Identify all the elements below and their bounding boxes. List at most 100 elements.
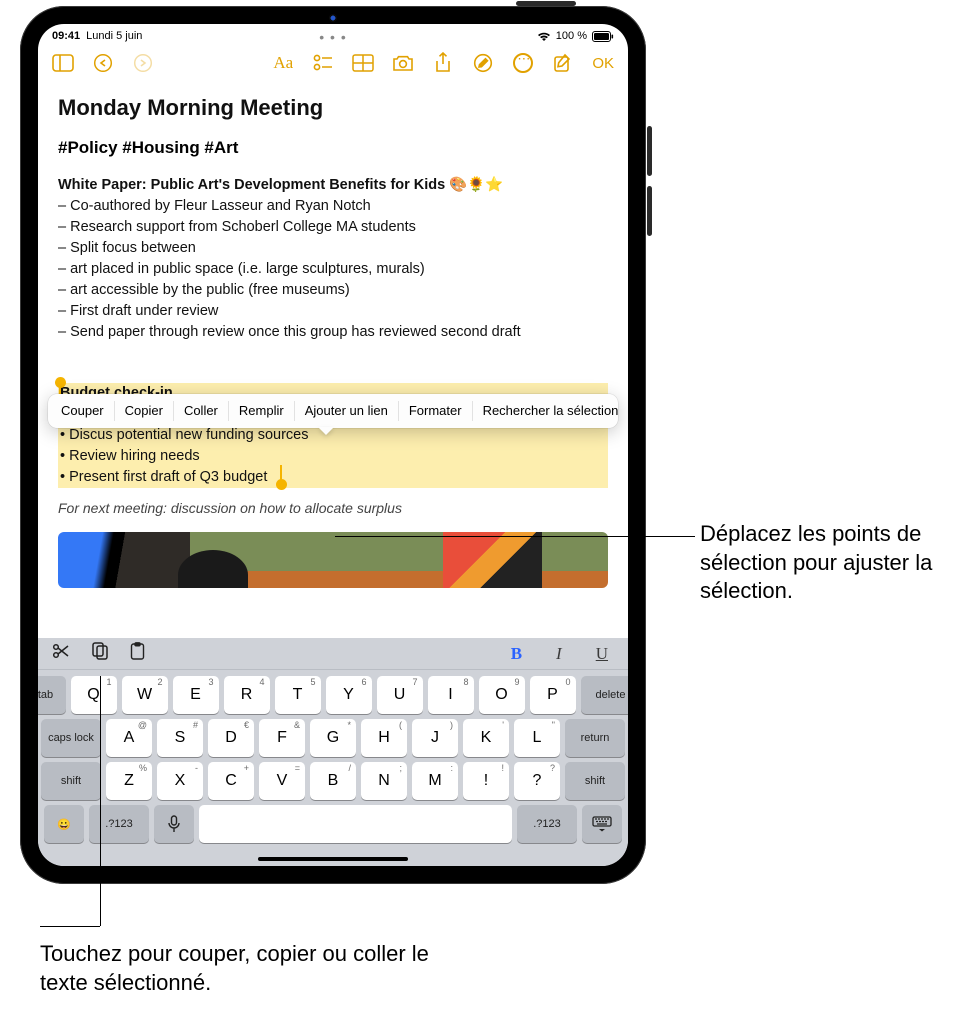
onscreen-keyboard: B I U tabQ1W2E3R4T5Y6U7I8O9P0delete caps… [38,638,628,866]
key-s[interactable]: S# [157,719,203,757]
battery-full-icon [592,31,614,42]
key-o[interactable]: O9 [479,676,525,714]
underline-button[interactable]: U [590,644,614,664]
more-icon[interactable] [512,52,534,74]
markup-icon[interactable] [472,52,494,74]
callout-bottom: Touchez pour couper, copier ou coller le… [40,940,460,997]
key-shift[interactable]: shift [565,762,625,800]
done-button[interactable]: OK [592,55,614,72]
key-n[interactable]: N; [361,762,407,800]
menu-search[interactable]: Rechercher la sélection [473,401,628,421]
key-[interactable]: 😀 [44,805,84,843]
key-[interactable]: !! [463,762,509,800]
note-footer-line: For next meeting: discussion on how to a… [58,498,608,518]
clipboard-icon[interactable] [130,642,145,665]
key-k[interactable]: K' [463,719,509,757]
key-m[interactable]: M: [412,762,458,800]
key-i[interactable]: I8 [428,676,474,714]
text-format-button[interactable]: Aa [272,52,294,74]
share-icon[interactable] [432,52,454,74]
key-t[interactable]: T5 [275,676,321,714]
key-a[interactable]: A@ [106,719,152,757]
selection-handle-end[interactable] [276,479,287,490]
note-line: – Send paper through review once this gr… [58,322,608,343]
checklist-icon[interactable] [312,52,334,74]
menu-copy[interactable]: Copier [115,401,174,421]
key-p[interactable]: P0 [530,676,576,714]
bold-button[interactable]: B [505,644,528,664]
note-body[interactable]: Monday Morning Meeting #Policy #Housing … [38,78,628,598]
compose-icon[interactable] [552,52,574,74]
menu-cut[interactable]: Couper [51,401,115,421]
note-line: – First draft under review [58,301,608,322]
note-tags: #Policy #Housing #Art [58,136,608,161]
menu-paste[interactable]: Coller [174,401,229,421]
key-capslock[interactable]: caps lock [41,719,101,757]
status-time: 09:41 [52,30,80,42]
copy-icon[interactable] [92,642,108,665]
key-z[interactable]: Z% [106,762,152,800]
key-[interactable]: ?? [514,762,560,800]
table-icon[interactable] [352,52,374,74]
key-e[interactable]: E3 [173,676,219,714]
power-button [516,1,576,6]
status-bar: 09:41 Lundi 5 juin • • • 100 % [38,24,628,44]
callout-right: Déplacez les points de sélection pour aj… [700,520,950,606]
note-title: Monday Morning Meeting [58,92,608,124]
key-y[interactable]: Y6 [326,676,372,714]
key-tab[interactable]: tab [38,676,66,714]
key-123[interactable]: .?123 [89,805,149,843]
key-b[interactable]: B/ [310,762,356,800]
mic-icon[interactable] [154,805,194,843]
selected-line: • Present first draft of Q3 budget [58,467,608,488]
status-date: Lundi 5 juin [86,30,142,42]
sidebar-icon[interactable] [52,52,74,74]
redo-icon[interactable] [132,52,154,74]
callout-leader [335,536,695,537]
menu-fill[interactable]: Remplir [229,401,295,421]
key-l[interactable]: L" [514,719,560,757]
camera-icon[interactable] [392,52,414,74]
menu-addlink[interactable]: Ajouter un lien [295,401,399,421]
multitask-dots-icon[interactable]: • • • [319,29,346,45]
key-h[interactable]: H( [361,719,407,757]
key-v[interactable]: V= [259,762,305,800]
menu-format[interactable]: Formater [399,401,473,421]
undo-icon[interactable] [92,52,114,74]
note-line: – art accessible by the public (free mus… [58,280,608,301]
key-c[interactable]: C+ [208,762,254,800]
key-q[interactable]: Q1 [71,676,117,714]
ipad-frame: 09:41 Lundi 5 juin • • • 100 % [20,6,646,884]
key-d[interactable]: D€ [208,719,254,757]
note-line: – art placed in public space (i.e. large… [58,259,608,280]
note-section-heading: White Paper: Public Art's Development Be… [58,175,608,196]
volume-down-button [647,186,652,236]
key-x[interactable]: X- [157,762,203,800]
key-j[interactable]: J) [412,719,458,757]
volume-up-button [647,126,652,176]
note-line: – Split focus between [58,238,608,259]
key-u[interactable]: U7 [377,676,423,714]
key-r[interactable]: R4 [224,676,270,714]
menu-caret-icon [318,427,334,435]
home-indicator[interactable] [258,857,408,861]
wifi-icon [537,31,551,42]
key-g[interactable]: G* [310,719,356,757]
battery-percent: 100 % [556,30,587,42]
note-line: – Co-authored by Fleur Lasseur and Ryan … [58,196,608,217]
key-[interactable] [199,805,512,843]
scissors-icon[interactable] [52,643,70,664]
key-w[interactable]: W2 [122,676,168,714]
key-f[interactable]: F& [259,719,305,757]
key-return[interactable]: return [565,719,625,757]
front-camera [329,14,337,22]
edit-context-menu: Couper Copier Coller Remplir Ajouter un … [48,394,618,428]
screen: 09:41 Lundi 5 juin • • • 100 % [38,24,628,866]
keyboard-dismiss-icon[interactable] [582,805,622,843]
key-shift[interactable]: shift [41,762,101,800]
key-123[interactable]: .?123 [517,805,577,843]
key-delete[interactable]: delete [581,676,629,714]
note-attached-image[interactable] [58,532,608,588]
italic-button[interactable]: I [550,644,568,664]
selection-handle-start[interactable] [55,377,66,388]
